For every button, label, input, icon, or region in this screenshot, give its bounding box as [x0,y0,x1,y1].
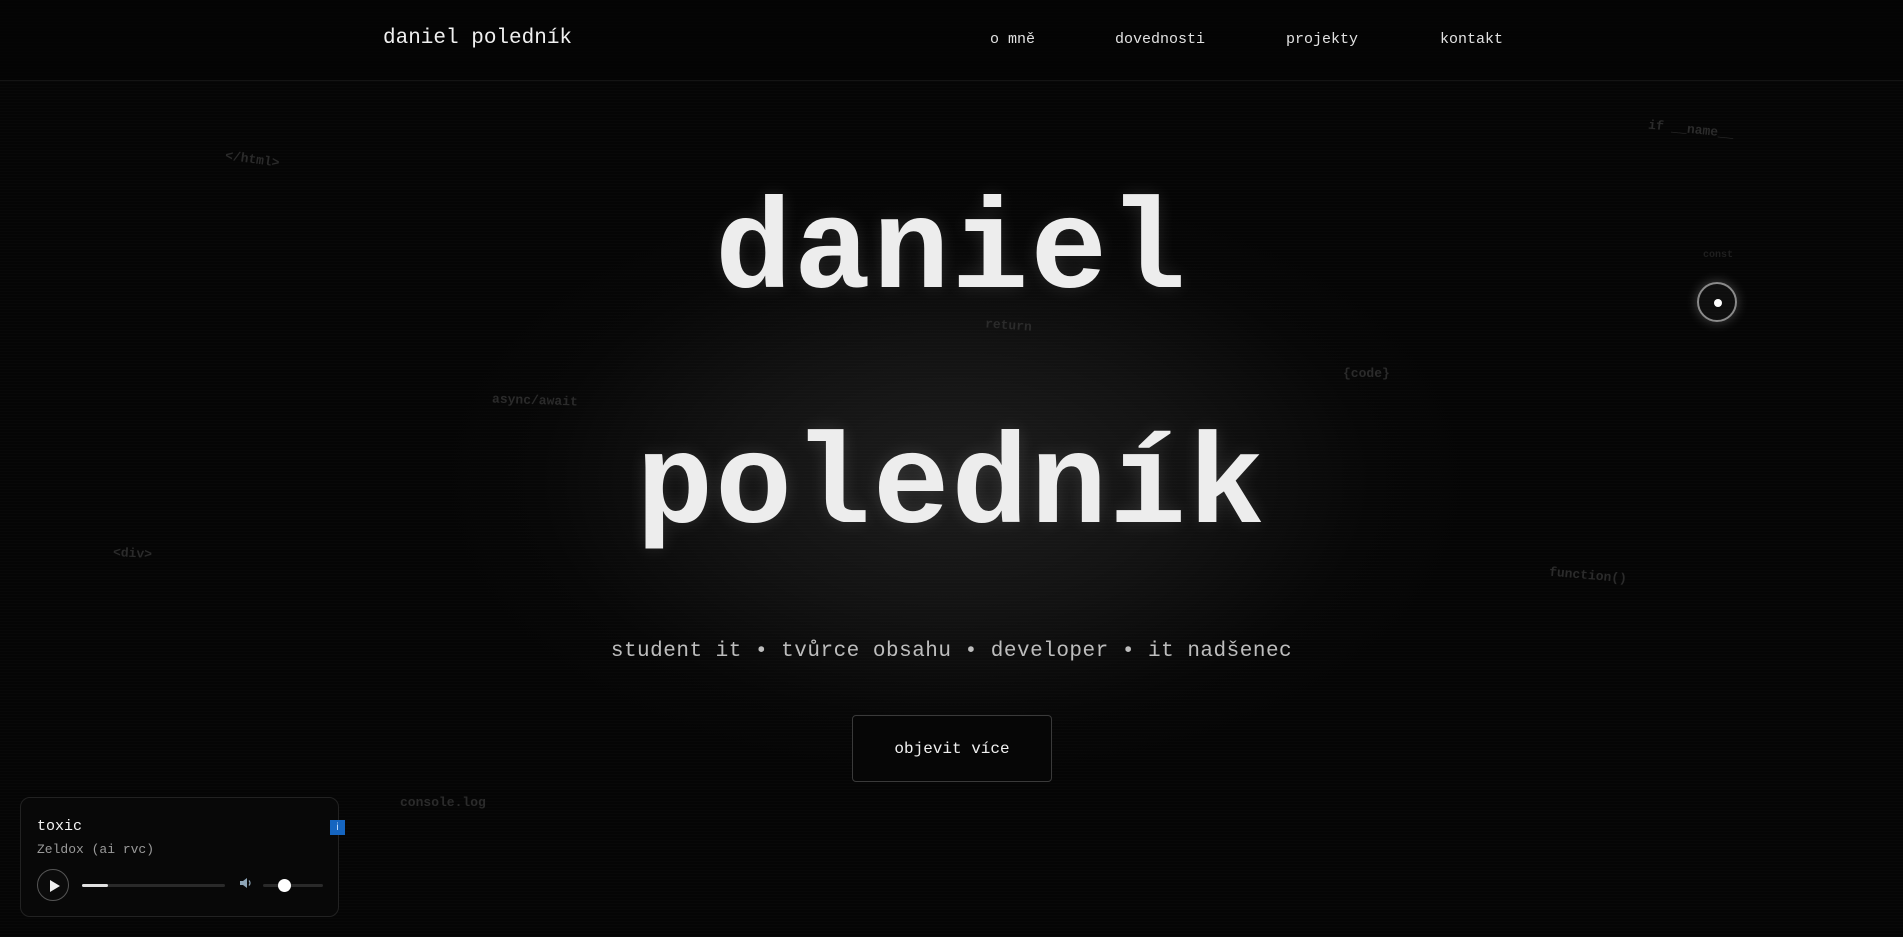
bg-code-if-name: if __name__ [1647,117,1735,142]
hero-tagline: student it • tvůrce obsahu • developer •… [610,640,1293,663]
explore-more-button[interactable]: objevit více [852,715,1052,782]
cursor-orb-icon [1697,282,1737,322]
volume-slider[interactable] [263,879,323,892]
hero-last-name: poledník [636,416,1267,561]
nav-link-about[interactable]: o mně [990,31,1035,48]
volume-icon[interactable] [239,876,253,890]
nav-link-skills[interactable]: dovednosti [1115,31,1205,48]
play-button[interactable] [37,869,69,901]
track-artist: Zeldox (ai rvc) [37,842,155,857]
nav-link-projects[interactable]: projekty [1286,31,1358,48]
bg-code-html: </html> [224,148,281,171]
music-player: toxic Zeldox (ai rvc) i [20,797,345,917]
bg-code-console-log: console.log [400,795,486,810]
track-progress-bar[interactable] [82,884,225,887]
bg-code-function: function() [1548,564,1628,587]
top-navbar: daniel poledník o mně dovednosti projekt… [0,0,1903,81]
track-progress-fill [82,884,108,887]
brand-logo-link[interactable]: daniel poledník [383,27,572,50]
bg-code-async: async/await [491,391,579,410]
nav-link-contact[interactable]: kontakt [1440,31,1503,48]
info-icon[interactable]: i [330,820,345,835]
bg-code-braces: {code} [1343,366,1390,381]
track-title: toxic [37,818,83,835]
hero-first-name: daniel [715,181,1188,326]
volume-slider-thumb[interactable] [278,879,291,892]
